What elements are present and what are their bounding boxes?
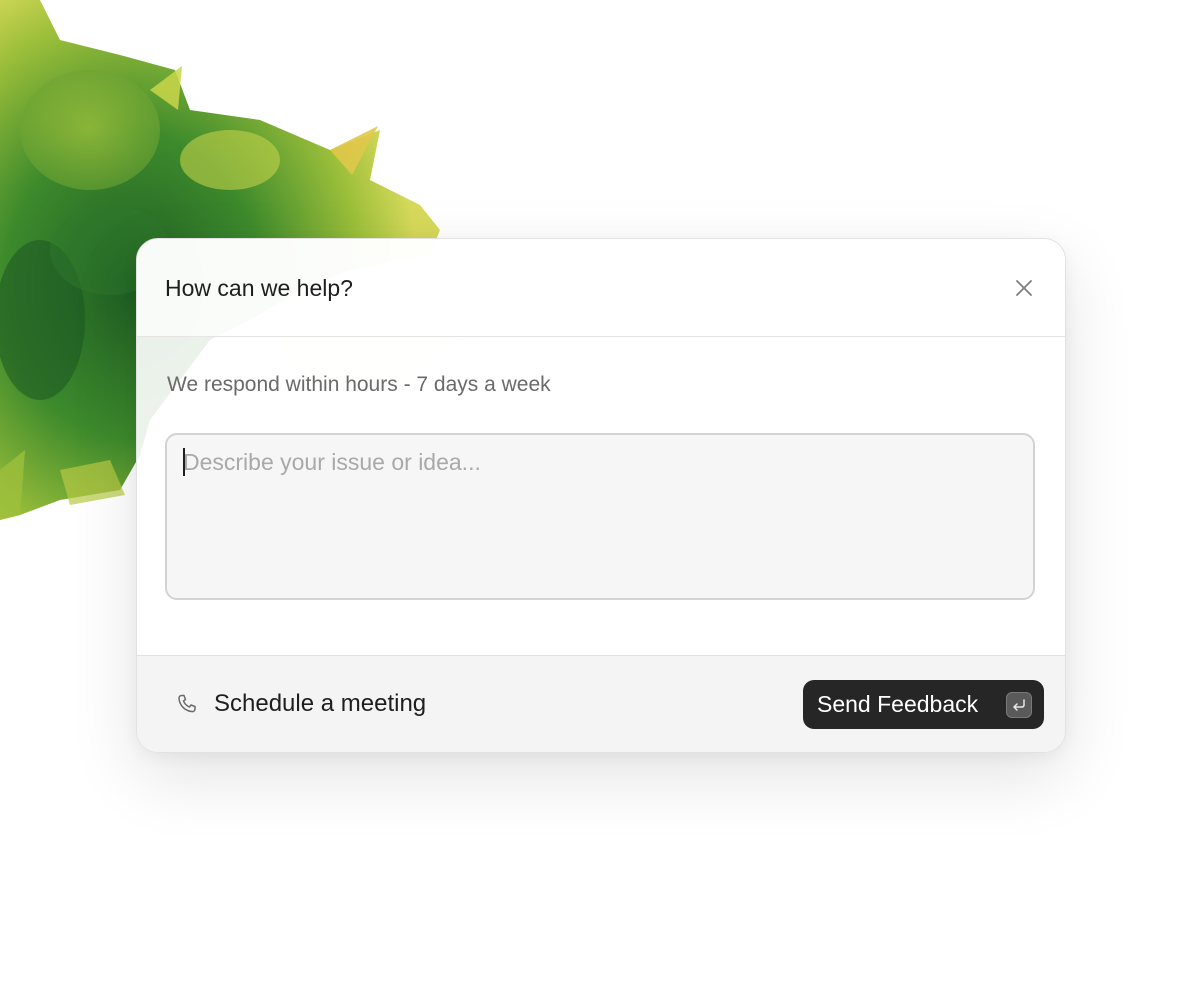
send-feedback-button[interactable]: Send Feedback — [803, 680, 1044, 729]
dialog-footer: Schedule a meeting Send Feedback — [137, 655, 1065, 752]
schedule-meeting-button[interactable]: Schedule a meeting — [175, 690, 426, 718]
schedule-meeting-label: Schedule a meeting — [214, 690, 427, 717]
enter-key-icon — [1006, 692, 1032, 718]
close-button[interactable] — [1011, 275, 1037, 301]
issue-textarea-container — [165, 433, 1035, 600]
response-time-subtitle: We respond within hours - 7 days a week — [167, 373, 551, 396]
send-feedback-label: Send Feedback — [817, 691, 979, 717]
dialog-header: How can we help? — [137, 239, 1065, 337]
phone-icon — [178, 694, 196, 713]
close-icon — [1016, 280, 1032, 296]
text-caret — [183, 448, 185, 476]
issue-description-textarea[interactable] — [167, 435, 1033, 598]
feedback-dialog: How can we help? We respond within hours… — [136, 238, 1066, 753]
dialog-title: How can we help? — [165, 275, 353, 301]
